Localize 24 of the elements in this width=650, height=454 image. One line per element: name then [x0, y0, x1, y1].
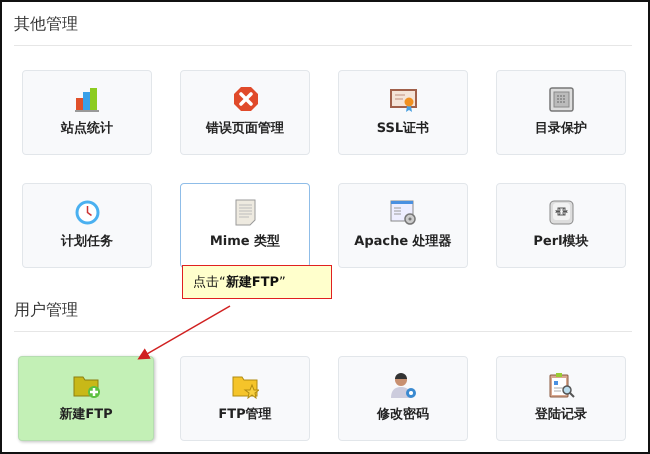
- key-icon: [548, 199, 574, 226]
- tile-button[interactable]: 错误页面管理: [180, 70, 310, 155]
- tile-button[interactable]: 登陆记录: [496, 356, 626, 441]
- tile-button[interactable]: 新建FTP: [18, 356, 154, 441]
- user-lock-icon: [390, 372, 416, 400]
- tile-button[interactable]: Apache 处理器: [338, 183, 468, 268]
- section-title: 用户管理: [14, 299, 78, 321]
- tile-button[interactable]: FTP管理: [180, 356, 310, 441]
- tile-button[interactable]: Perl模块: [496, 183, 626, 268]
- certificate-icon: [390, 86, 416, 114]
- tile-button[interactable]: 目录保护: [496, 70, 626, 155]
- section-title: 其他管理: [14, 13, 78, 35]
- tile-button[interactable]: Mime 类型: [180, 183, 310, 268]
- window-gear-icon: [390, 199, 416, 226]
- tile-button[interactable]: 计划任务: [22, 183, 152, 268]
- bar-chart-icon: [74, 86, 100, 114]
- tile-button[interactable]: 修改密码: [338, 356, 468, 441]
- callout-note: 点击“新建FTP”: [182, 265, 332, 299]
- tile-button[interactable]: SSL证书: [338, 70, 468, 155]
- tile-button[interactable]: 站点统计: [22, 70, 152, 155]
- clock-icon: [74, 199, 100, 226]
- close-icon: [232, 86, 258, 114]
- safe-icon: [548, 86, 574, 114]
- clipboard-search-icon: [548, 372, 574, 400]
